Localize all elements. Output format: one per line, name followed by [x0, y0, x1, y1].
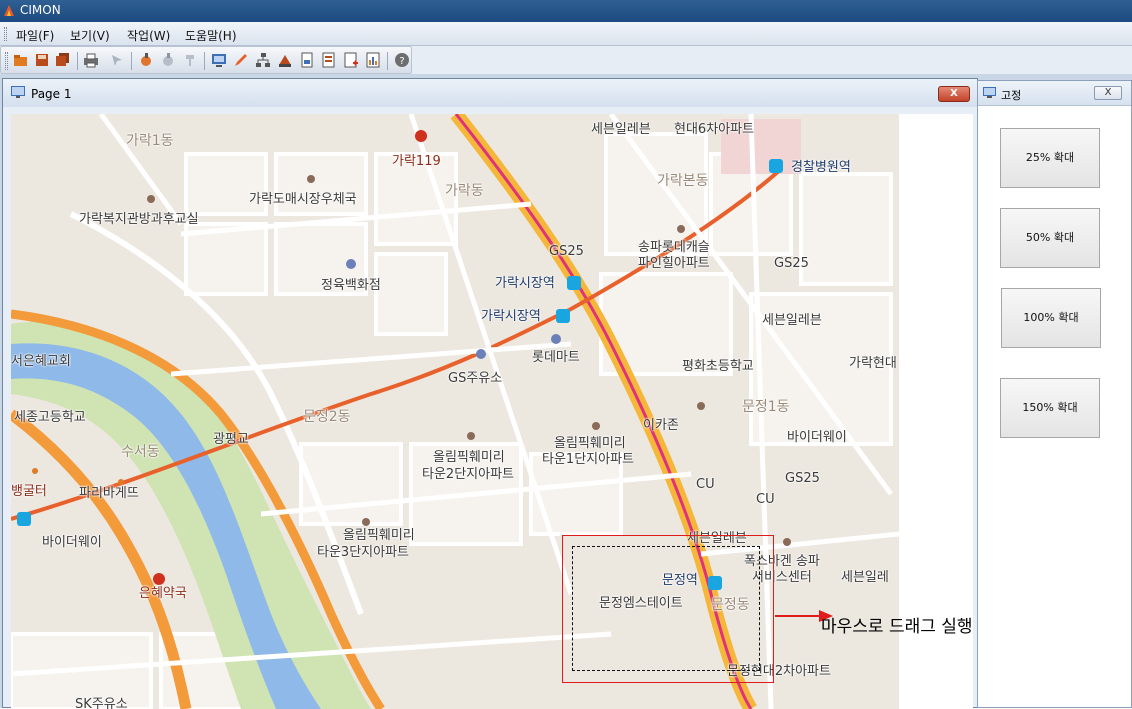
- map-label: 은혜약국: [139, 586, 187, 601]
- map-label: CU: [696, 477, 715, 492]
- add-page-icon[interactable]: [342, 51, 360, 69]
- map-label: GS주유소: [448, 371, 503, 386]
- side-panel: 고정 X 25% 확대 50% 확대 100% 확대 150% 확대: [977, 80, 1132, 708]
- map-label: 파리바게뜨: [79, 486, 139, 501]
- device-icon[interactable]: [276, 51, 294, 69]
- map-label: GS25: [774, 256, 809, 271]
- map-label: 파인힐아파트: [638, 256, 710, 271]
- print-icon[interactable]: [82, 51, 100, 69]
- pointer-icon[interactable]: [108, 51, 126, 69]
- map-label: 세븐일레븐: [591, 122, 651, 137]
- screen-icon[interactable]: [210, 51, 228, 69]
- map-label: 가락시장역: [495, 276, 555, 291]
- toolbar-separator: [387, 52, 388, 70]
- save-all-icon[interactable]: [54, 51, 72, 69]
- map-label: 타운3단지아파트: [317, 545, 409, 560]
- page-close-button[interactable]: X: [938, 86, 970, 102]
- map-label: 가락본동: [657, 173, 709, 189]
- side-panel-title: 고정: [1001, 89, 1022, 102]
- map-label: 가락현대: [849, 356, 897, 371]
- map-label: 정육백화점: [321, 278, 381, 293]
- menu-view[interactable]: 보기(V): [70, 27, 110, 44]
- map-label: 가락1동: [126, 133, 174, 149]
- map-label: 광평교: [213, 432, 249, 447]
- map-label: 세븐일레븐: [762, 313, 822, 328]
- page-window-title-bar: Page 1 X: [3, 79, 977, 107]
- pen-icon[interactable]: [232, 51, 250, 69]
- map-label: 세븐일레: [841, 570, 889, 585]
- toolbar: ?: [0, 46, 412, 74]
- network-icon[interactable]: [254, 51, 272, 69]
- toolbar-grip: [5, 52, 8, 70]
- map-label: 올림픽훼미리: [433, 450, 505, 465]
- map-label: 타운2단지아파트: [422, 467, 514, 482]
- map-label: 문정2동: [303, 409, 351, 425]
- map-view[interactable]: 세븐일레븐 현대6차아파트 가락1동 가락119 가락본동 경찰병원역 가락도매…: [11, 114, 899, 709]
- toolbar-separator: [131, 52, 132, 70]
- map-label: 경찰병원역: [791, 160, 851, 175]
- menu-work[interactable]: 작업(W): [127, 27, 170, 44]
- menu-help[interactable]: 도움말(H): [185, 27, 237, 44]
- page-content: 세븐일레븐 현대6차아파트 가락1동 가락119 가락본동 경찰병원역 가락도매…: [11, 114, 1030, 709]
- side-panel-close-button[interactable]: X: [1094, 86, 1122, 100]
- map-label: 올림픽훼미리: [343, 528, 415, 543]
- map-label: 바이더웨이: [787, 430, 847, 445]
- map-label: 송파롯데캐슬: [638, 240, 710, 255]
- map-label: CU: [756, 492, 775, 507]
- toolbar-separator: [204, 52, 205, 70]
- map-label: GS25: [549, 244, 584, 259]
- map-label: 세종고등학교: [14, 410, 86, 425]
- map-label: SK주유소: [75, 697, 128, 709]
- map-label: 타운1단지아파트: [542, 452, 634, 467]
- document-icon[interactable]: [298, 51, 316, 69]
- zoom-50-button[interactable]: 50% 확대: [1000, 208, 1100, 268]
- map-label: 평화초등학교: [682, 359, 754, 374]
- app-title: CIMON: [20, 3, 61, 17]
- tool-b-icon[interactable]: [159, 51, 177, 69]
- map-label: 바이더웨이: [42, 535, 102, 550]
- side-panel-title-bar: 고정 X: [978, 81, 1131, 105]
- svg-text:?: ?: [399, 56, 404, 67]
- help-icon[interactable]: ?: [393, 51, 411, 69]
- save-icon[interactable]: [33, 51, 51, 69]
- zoom-100-button[interactable]: 100% 확대: [1001, 288, 1101, 348]
- map-label: 가락119: [392, 154, 441, 169]
- menu-file[interactable]: 파일(F): [16, 27, 54, 44]
- map-label: 가락복지관방과후교실: [79, 212, 199, 227]
- map-label: 수서동: [121, 444, 160, 460]
- page-window: Page 1 X 세븐일레븐 현대6차아파트 가락1동 가락119 가락본동 경…: [2, 78, 1030, 709]
- cimon-logo-icon: [4, 5, 14, 16]
- toolbar-background: [412, 46, 1132, 74]
- map-label: 가락시장역: [481, 309, 541, 324]
- map-label: 가락도매시장우체국: [249, 192, 357, 207]
- map-label: 가락동: [445, 183, 484, 199]
- side-panel-icon: [983, 87, 996, 98]
- side-panel-content: 25% 확대 50% 확대 100% 확대 150% 확대: [978, 105, 1131, 707]
- report-icon[interactable]: [320, 51, 338, 69]
- zoom-150-button[interactable]: 150% 확대: [1000, 378, 1100, 438]
- open-folder-icon[interactable]: [12, 51, 30, 69]
- map-label: 문정1동: [742, 399, 790, 415]
- menu-bar: 파일(F) 보기(V) 작업(W) 도움말(H): [0, 22, 1132, 46]
- tool-c-icon[interactable]: [181, 51, 199, 69]
- toolbar-separator: [77, 52, 78, 70]
- page-window-icon: [11, 86, 25, 98]
- chart-icon[interactable]: [364, 51, 382, 69]
- menu-grip: [4, 27, 7, 41]
- page-window-title: Page 1: [31, 87, 72, 101]
- drag-selection-rectangle[interactable]: [572, 546, 760, 671]
- map-label: 이카존: [643, 418, 679, 433]
- map-label: 롯데마트: [532, 350, 580, 365]
- app-title-bar: CIMON: [0, 0, 1132, 22]
- map-label: 현대6차아파트: [674, 122, 755, 137]
- map-label: GS25: [785, 471, 820, 486]
- zoom-25-button[interactable]: 25% 확대: [1000, 128, 1100, 188]
- map-label: 뱅굴터: [11, 484, 47, 499]
- map-label: 서은혜교회: [11, 354, 71, 369]
- tool-a-icon[interactable]: [137, 51, 155, 69]
- map-label: 올림픽훼미리: [554, 436, 626, 451]
